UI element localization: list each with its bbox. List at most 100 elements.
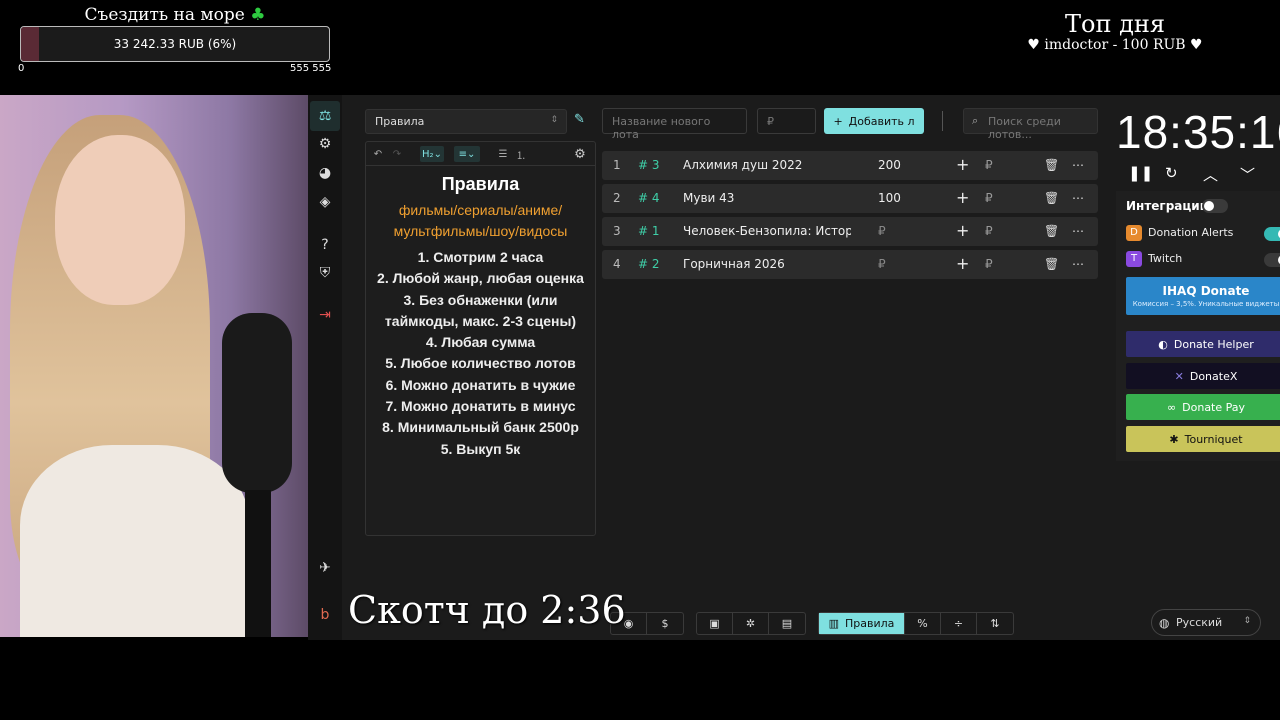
boosty-icon[interactable]: b (315, 605, 335, 625)
streamer-face (55, 135, 185, 305)
goal-progress-bar: 33 242.33 RUB (6%) (20, 26, 330, 62)
align-center-icon[interactable]: ≡⌄ (454, 146, 480, 162)
streamer-shirt (20, 445, 250, 637)
trash-icon[interactable]: 🗑 (1044, 224, 1059, 238)
chevron-updown-icon: ⇕ (550, 115, 558, 125)
rules-toggle-button[interactable]: ▥ Правила (819, 613, 905, 634)
more-icon[interactable]: ⋯ (1072, 191, 1084, 205)
lot-amount[interactable]: 200 (878, 158, 901, 172)
ihaq-donate-button[interactable]: IHAQ Donate Комиссия – 3,5%. Уникальные … (1126, 277, 1280, 315)
donatex-button[interactable]: ✕ DonateX (1126, 363, 1280, 389)
tourniquet-icon: ✱ (1169, 432, 1179, 446)
donate-dollar-icon[interactable]: $ (647, 613, 683, 634)
rules-subtitle-1: фильмы/сериалы/аниме/ (398, 202, 563, 218)
rules-editor[interactable]: ↶ ↷ H₂ ⌄ ≡⌄ ☰ ⒈ ⚙ Правила фильмы/сериалы/… (365, 141, 596, 536)
lot-index: 4 (613, 257, 621, 271)
new-lot-name-input[interactable]: Название нового лота (602, 108, 747, 141)
heading-dropdown[interactable]: H₂ ⌄ (420, 146, 444, 162)
ruble-icon[interactable]: ₽ (985, 224, 993, 238)
add-amount-icon[interactable]: + (956, 188, 969, 207)
donate-pay-button[interactable]: ∞ Donate Pay (1126, 394, 1280, 420)
rule-item: 6. Можно донатить в чужие (385, 376, 576, 393)
help-icon[interactable]: ? (315, 235, 335, 255)
chevron-down-icon[interactable]: ﹀ (1240, 164, 1255, 185)
rules-list: 1. Смотрим 2 часа 2. Любой жанр, любая о… (370, 247, 591, 460)
bug-icon[interactable]: ✲ (733, 613, 769, 634)
sort-icon[interactable]: ⇅ (977, 613, 1013, 634)
search-lots-input[interactable]: ⌕ Поиск среди лотов... (963, 108, 1098, 141)
chevron-updown-icon: ⇕ (1243, 616, 1251, 626)
language-select[interactable]: ◍ Русский ⇕ (1151, 609, 1261, 636)
add-lot-button[interactable]: + Добавить л (824, 108, 924, 134)
integrations-heading: Интеграции (1126, 199, 1209, 213)
edit-pencil-icon[interactable]: ✎ (574, 112, 585, 127)
auction-app: ⚖ ⚙ ◕ ◈ ? ⛨ ⇥ ✈ b Правила ⇕ ✎ ↶ ↷ H₂ ⌄ ≡⌄ … (308, 95, 1280, 640)
logout-icon[interactable]: ⇥ (315, 305, 335, 325)
reset-icon[interactable]: ↻ (1165, 164, 1178, 182)
clover-icon: ♣ (250, 5, 266, 25)
donation-alerts-row: D Donation Alerts (1126, 225, 1233, 241)
donate-helper-button[interactable]: ◐ Donate Helper (1126, 331, 1280, 357)
ruble-icon[interactable]: ₽ (985, 158, 993, 172)
lot-title[interactable]: Человек-Бензопила: История Резе (683, 224, 851, 238)
ruble-icon[interactable]: ₽ (985, 257, 993, 271)
rule-item: 8. Минимальный банк 2500р (382, 419, 579, 436)
auction-hammer-icon[interactable]: ⚖ (310, 101, 340, 131)
percent-icon[interactable]: % (905, 613, 941, 634)
lot-title[interactable]: Муви 43 (683, 191, 851, 205)
add-amount-icon[interactable]: + (956, 155, 969, 174)
more-icon[interactable]: ⋯ (1072, 158, 1084, 172)
rule-item: 4. Любая сумма (425, 334, 536, 351)
lot-amount[interactable]: 100 (878, 191, 901, 205)
add-amount-icon[interactable]: + (956, 254, 969, 273)
webcam-feed (0, 95, 308, 637)
trash-icon[interactable]: 🗑 (1044, 191, 1059, 205)
rules-icon: ▥ (828, 617, 839, 630)
lot-amount[interactable]: ₽ (878, 257, 886, 271)
bullet-list-icon[interactable]: ☰ (496, 146, 510, 162)
telegram-icon[interactable]: ✈ (315, 558, 335, 578)
lot-amount[interactable]: ₽ (878, 224, 886, 238)
goal-amount-text: 33 242.33 RUB (6%) (113, 37, 237, 51)
search-icon: ⌕ (972, 114, 979, 127)
more-icon[interactable]: ⋯ (1072, 224, 1084, 238)
rules-preset-select[interactable]: Правила ⇕ (365, 109, 567, 134)
lot-row[interactable]: 1 # 3 Алхимия душ 2022 200 + ₽ 🗑 ⋯ (602, 151, 1098, 180)
undo-icon[interactable]: ↶ (371, 146, 385, 162)
goal-min-label: 0 (18, 63, 25, 74)
redo-icon[interactable]: ↷ (390, 146, 404, 162)
lot-row[interactable]: 2 # 4 Муви 43 100 + ₽ 🗑 ⋯ (602, 184, 1098, 213)
clear-icon[interactable]: ▤ (769, 613, 805, 634)
donation-alerts-toggle[interactable] (1264, 227, 1280, 241)
chevron-up-icon[interactable]: ︿ (1203, 164, 1218, 185)
auction-timer: 18:35:16 (1116, 106, 1280, 158)
save-icon[interactable]: ▣ (697, 613, 733, 634)
lot-row[interactable]: 3 # 1 Человек-Бензопила: История Резе ₽ … (602, 217, 1098, 246)
add-amount-icon[interactable]: + (956, 221, 969, 240)
lot-title[interactable]: Горничная 2026 (683, 257, 851, 271)
layers-icon[interactable]: ◈ (315, 192, 335, 212)
wheel-chart-icon[interactable]: ◕ (315, 163, 335, 183)
lot-title[interactable]: Алхимия душ 2022 (683, 158, 851, 172)
ordered-list-icon[interactable]: ⒈ (514, 146, 528, 162)
editor-content[interactable]: Правила фильмы/сериалы/аниме/ мультфильм… (366, 166, 595, 468)
pause-icon[interactable]: ❚❚ (1128, 164, 1153, 182)
ruble-icon[interactable]: ₽ (985, 191, 993, 205)
trash-icon[interactable]: 🗑 (1044, 257, 1059, 271)
divider (942, 111, 943, 131)
settings-gear-icon[interactable]: ⚙ (315, 134, 335, 154)
split-icon[interactable]: ÷ (941, 613, 977, 634)
integrations-toggle[interactable] (1202, 199, 1228, 213)
lot-row[interactable]: 4 # 2 Горничная 2026 ₽ + ₽ 🗑 ⋯ (602, 250, 1098, 279)
shield-icon[interactable]: ⛨ (315, 263, 335, 283)
trash-icon[interactable]: 🗑 (1044, 158, 1059, 172)
editor-settings-icon[interactable]: ⚙ (572, 146, 588, 162)
editor-toolbar: ↶ ↷ H₂ ⌄ ≡⌄ ☰ ⒈ ⚙ (366, 142, 595, 166)
tourniquet-button[interactable]: ✱ Tourniquet (1126, 426, 1280, 452)
more-icon[interactable]: ⋯ (1072, 257, 1084, 271)
new-lot-amount-input[interactable]: ₽ (757, 108, 816, 134)
twitch-toggle[interactable] (1264, 253, 1280, 267)
plus-icon: + (833, 114, 843, 128)
donatex-icon: ✕ (1174, 369, 1184, 383)
microphone (222, 313, 292, 493)
